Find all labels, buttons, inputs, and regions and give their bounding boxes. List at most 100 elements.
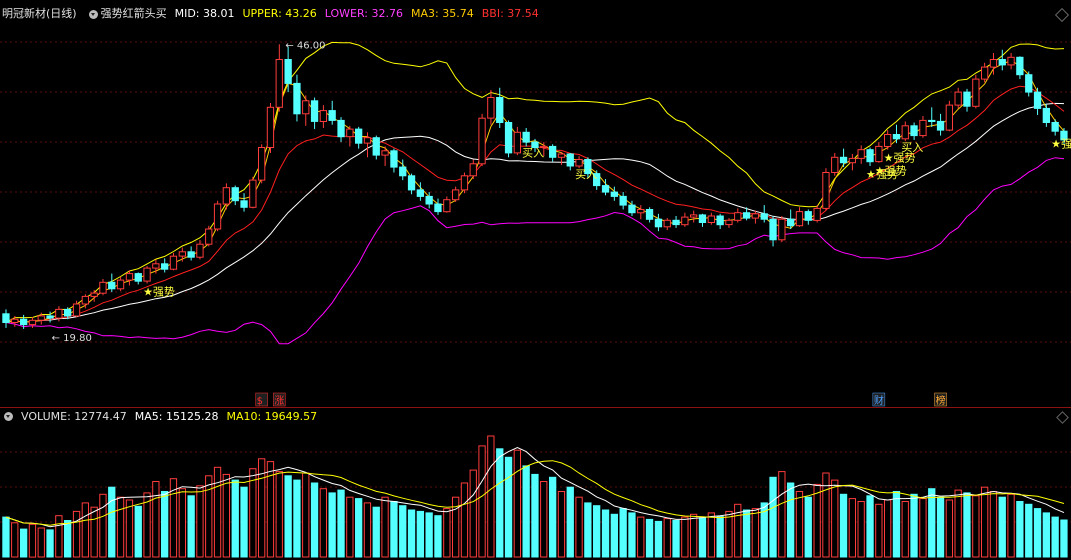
candle-down [2, 313, 10, 323]
candle-up [513, 131, 522, 154]
candle-up [81, 295, 89, 305]
candle-down [337, 119, 345, 138]
kline-chart: ← 46.00← 19.80★强势买入买入★强势★强势★强势买入★强势$涨财榜 [0, 40, 1071, 558]
event-tag: 涨 [274, 395, 284, 407]
candle-up [734, 212, 742, 221]
volume-bar-up [116, 496, 125, 558]
event-tag: 财 [874, 394, 884, 407]
volume-bar-up [981, 486, 989, 558]
candle-up [795, 211, 804, 227]
volume-bar-up [707, 512, 716, 558]
candle-down [742, 212, 751, 219]
volume-bar-up [125, 499, 134, 558]
volume-bar-up [831, 479, 839, 558]
volume-bar-down [496, 448, 504, 558]
candle-down [407, 175, 416, 191]
volume-bar-up [540, 481, 548, 558]
high-price-marker: ← 46.00 [285, 40, 325, 51]
volume-bar-down [654, 520, 663, 558]
indicator-name[interactable]: 强势红箭头买 [101, 6, 167, 22]
candle-down [134, 273, 142, 282]
upper-value: UPPER: 43.26 [242, 7, 317, 20]
volume-bar-up [884, 499, 892, 558]
volume-dropdown-circle-icon[interactable] [4, 411, 13, 421]
volume-bar-down [108, 486, 116, 558]
candle-up [452, 189, 460, 201]
candle-up [690, 214, 698, 218]
volume-bar-down [1025, 503, 1033, 558]
buy-signal-annotation: 买入 [522, 146, 544, 159]
volume-bar-up [205, 475, 213, 558]
candle-down [892, 134, 901, 140]
candle-down [601, 185, 610, 193]
volume-bar-down [310, 482, 319, 558]
candle-up [205, 228, 213, 245]
candle-up [249, 179, 257, 208]
volume-bar-up [443, 508, 451, 558]
volume-bar-down [328, 492, 336, 558]
candle-up [90, 292, 98, 297]
candle-down [619, 195, 627, 206]
candle-down [936, 120, 945, 131]
volume-bar-up [90, 506, 98, 558]
candle-down [928, 119, 936, 123]
volume-bar-down [20, 528, 28, 558]
volume-value: VOLUME: 12774.47 [21, 409, 127, 423]
volume-bar-up [751, 508, 760, 558]
candle-up [178, 251, 186, 257]
candle-down [284, 59, 292, 84]
volume-bar-down [549, 476, 557, 558]
volume-bar-down [161, 491, 169, 558]
candle-down [760, 213, 768, 220]
candle-up [575, 159, 583, 167]
volume-bar-up [152, 481, 160, 558]
candle-up [381, 150, 389, 156]
candle-down [549, 145, 557, 158]
volume-bar-up [690, 513, 698, 558]
candle-up [143, 267, 151, 282]
volume-bar-down [416, 510, 425, 558]
candle-up [857, 149, 865, 159]
volume-bar-up [478, 445, 486, 558]
candle-up [954, 91, 962, 106]
indicator-menu[interactable]: 强势红箭头买 [85, 6, 167, 22]
volume-bar-down [998, 496, 1006, 558]
low-price-marker: ← 19.80 [52, 333, 92, 344]
volume-bar-down [716, 516, 724, 558]
candle-down [425, 195, 433, 205]
candle-up [681, 216, 689, 226]
bbi-value: BBI: 37.54 [481, 7, 539, 20]
volume-bar-up [637, 516, 645, 558]
candle-down [1025, 74, 1033, 93]
dropdown-circle-icon[interactable] [88, 9, 98, 19]
candle-down [716, 215, 724, 226]
volume-bar-down [619, 508, 627, 558]
candle-down [496, 97, 504, 123]
volume-bar-down [2, 516, 10, 558]
event-tag: $ [257, 396, 263, 407]
volume-bar-down [337, 489, 345, 558]
volume-bar-up [848, 498, 857, 558]
candle-down [787, 218, 795, 227]
volume-bar-down [601, 509, 610, 558]
volume-bar-up [319, 488, 328, 558]
volume-bar-up [178, 488, 186, 558]
volume-bar-down [787, 482, 795, 558]
volume-bar-up [857, 501, 865, 558]
volume-bar-down [240, 486, 248, 558]
candle-down [20, 318, 28, 326]
candle-up [487, 97, 495, 119]
volume-bar-up [487, 435, 495, 558]
strong-signal-annotation: ★强势 [143, 285, 175, 298]
candle-up [637, 209, 645, 214]
candle-up [707, 215, 716, 223]
volume-bar-up [575, 496, 583, 558]
candle-down [566, 153, 574, 167]
candle-up [751, 213, 760, 219]
stock-name: 明冠新材(日线) [2, 7, 77, 20]
candle-down [46, 315, 54, 319]
volume-bar-down [566, 486, 574, 558]
lower-band-line [5, 157, 1065, 345]
volume-bar-down [434, 515, 442, 558]
candle-down [416, 189, 425, 197]
